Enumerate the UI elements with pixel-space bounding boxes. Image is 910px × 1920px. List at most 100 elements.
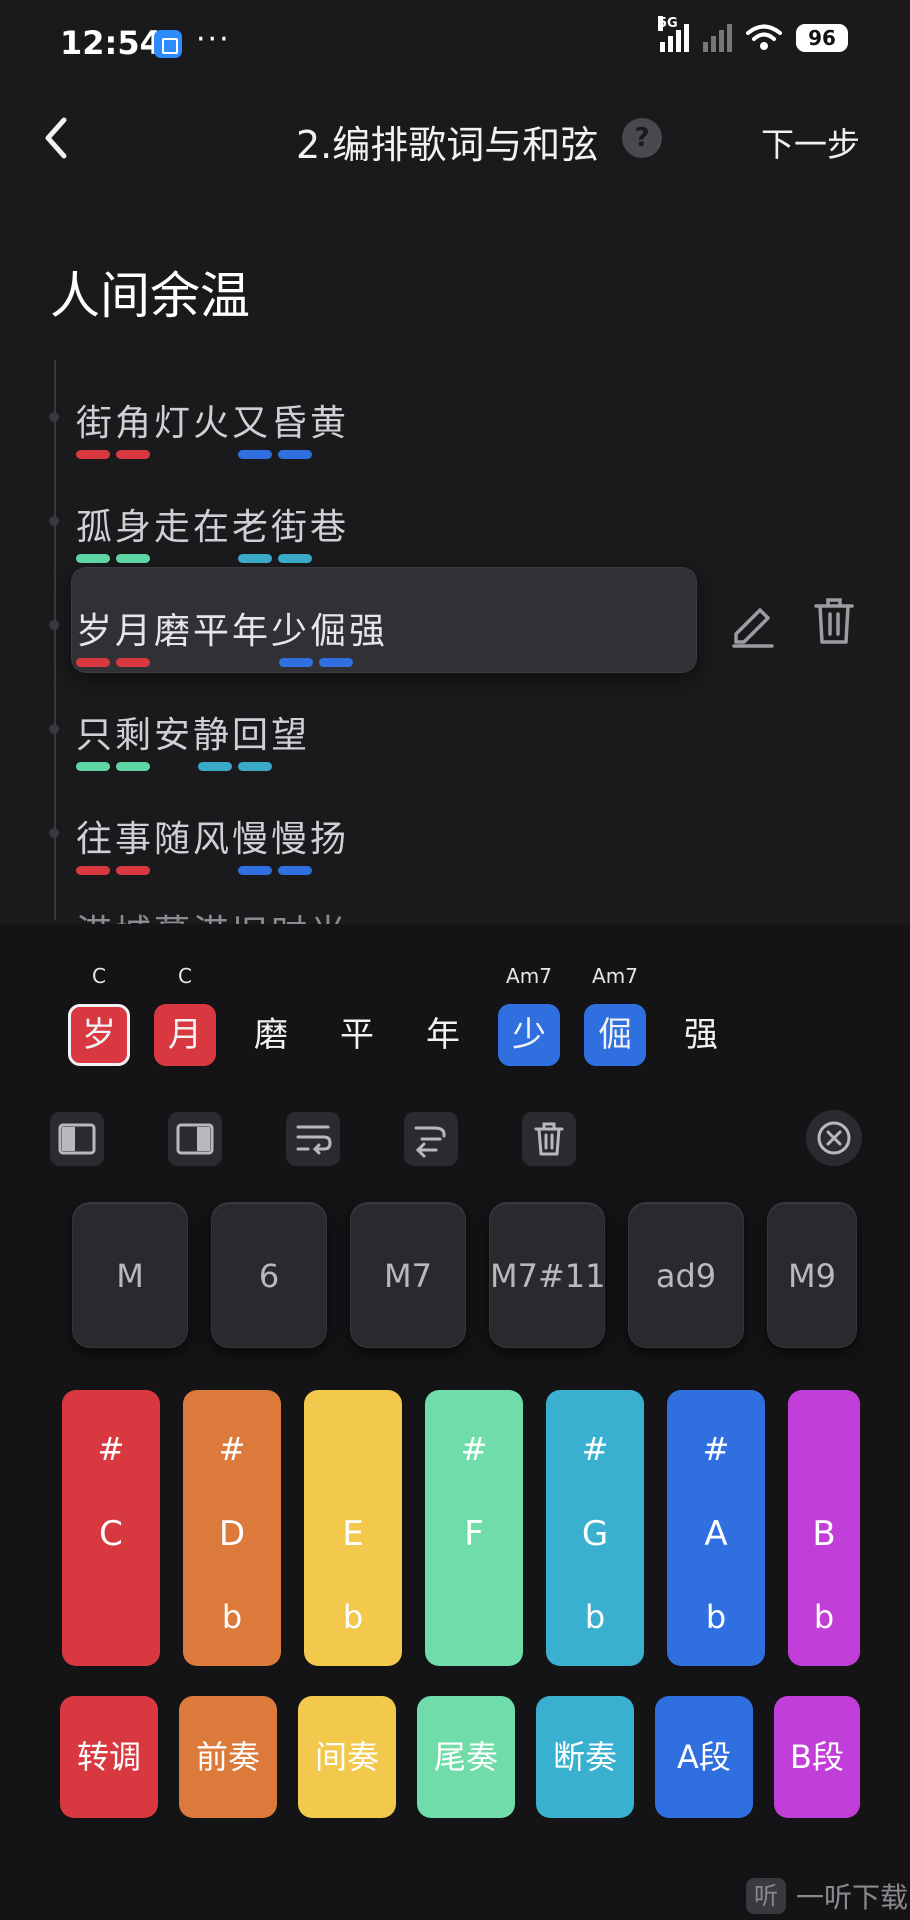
chord-mark: [76, 658, 150, 668]
panel-left-icon: [58, 1123, 96, 1155]
close-circle-icon: [817, 1121, 851, 1155]
lyric-line[interactable]: 只剩安静回望: [49, 680, 700, 772]
edit-line-button[interactable]: [728, 596, 776, 648]
chord-mark-bar: [76, 450, 110, 459]
chord-mark: [76, 554, 150, 564]
signal-5g-icon: 5G: [658, 16, 689, 52]
chord-quality-button[interactable]: M9: [767, 1202, 857, 1348]
note-flat-label: b: [342, 1598, 364, 1636]
chevron-left-icon: [45, 117, 67, 159]
help-icon[interactable]: ?: [622, 118, 662, 158]
root-note-key[interactable]: Bb: [788, 1390, 860, 1666]
section-button[interactable]: 前奏: [179, 1696, 277, 1818]
chord-quality-button[interactable]: M7#11: [489, 1202, 605, 1348]
chord-mark-bar: [237, 762, 272, 771]
note-flat-label: b: [813, 1598, 835, 1636]
chord-quality-button[interactable]: M7: [350, 1202, 466, 1348]
lyric-char-button[interactable]: 平: [326, 1004, 388, 1066]
split-right-button[interactable]: [168, 1112, 222, 1166]
chord-mark-bar: [197, 762, 232, 771]
lyric-line[interactable]: 岁月磨平年少倔强: [49, 576, 700, 668]
chord-quality-button[interactable]: M: [72, 1202, 188, 1348]
chord-mark-bar: [278, 866, 312, 875]
lyric-char-button[interactable]: 磨: [240, 1004, 302, 1066]
note-name-label: D: [218, 1514, 246, 1554]
chord-mark-bar: [278, 554, 312, 563]
note-flat-label: b: [221, 1598, 243, 1636]
chord-quality-button[interactable]: ad9: [628, 1202, 744, 1348]
note-sharp-label: #: [702, 1430, 730, 1468]
section-button[interactable]: 尾奏: [417, 1696, 515, 1818]
lyric-line[interactable]: 往事随风慢慢扬: [49, 784, 700, 875]
wifi-icon: [746, 24, 782, 52]
watermark: 听 一听下载: [746, 1876, 908, 1916]
chord-mark-bar: [76, 866, 110, 875]
song-title: 人间余温: [50, 267, 250, 325]
root-note-key[interactable]: # Db: [183, 1390, 281, 1666]
word-chord-label: Am7: [592, 964, 638, 988]
chord-mark-bar: [116, 658, 150, 667]
lyric-char-button[interactable]: 强: [670, 1004, 732, 1066]
next-step-button[interactable]: 下一步: [761, 118, 860, 166]
lyric-char-button[interactable]: 月: [154, 1004, 216, 1066]
watermark-text: 一听下载: [796, 1881, 909, 1914]
chord-quality-button[interactable]: 6: [211, 1202, 327, 1348]
signal-sim2-icon: [703, 24, 732, 52]
root-note-key[interactable]: # Gb: [546, 1390, 644, 1666]
section-button[interactable]: A段: [655, 1696, 753, 1818]
lyric-char-button[interactable]: 少: [498, 1004, 560, 1066]
merge-lines-icon: [414, 1126, 446, 1158]
word-chord-label: Am7: [506, 964, 552, 988]
clear-chord-button[interactable]: [522, 1112, 576, 1166]
chord-mark-bar: [278, 658, 313, 667]
chord-mark-bar: [238, 866, 272, 875]
lyric-line[interactable]: 街角灯火又昏黄: [49, 368, 700, 459]
note-name-label: F: [464, 1514, 484, 1554]
battery-level: 96: [796, 24, 848, 52]
page-title: 2.编排歌词与和弦: [296, 123, 599, 167]
lyric-char-button[interactable]: 年: [412, 1004, 474, 1066]
section-button[interactable]: B段: [774, 1696, 860, 1818]
root-note-key[interactable]: # C: [62, 1390, 160, 1666]
chord-mark-bar: [116, 762, 150, 771]
merge-line-button[interactable]: [404, 1112, 458, 1166]
root-note-key[interactable]: # Ab: [667, 1390, 765, 1666]
chord-mark: [76, 762, 150, 772]
chord-mark-bar: [116, 554, 150, 563]
note-sharp-label: #: [97, 1430, 125, 1468]
lyric-char-button[interactable]: 岁: [68, 1004, 130, 1066]
section-button[interactable]: 间奏: [298, 1696, 396, 1818]
delete-line-button[interactable]: [810, 594, 858, 648]
chord-mark-bar: [76, 762, 110, 771]
word-chord-label: C: [178, 964, 192, 988]
split-left-button[interactable]: [50, 1112, 104, 1166]
close-editor-button[interactable]: [806, 1110, 862, 1166]
root-note-key[interactable]: # F: [425, 1390, 523, 1666]
root-note-key[interactable]: Eb: [304, 1390, 402, 1666]
chord-mark-bar: [238, 554, 272, 563]
lyric-text: 孤身走在老街巷: [76, 507, 350, 548]
chord-mark-bar: [76, 554, 110, 563]
timeline-dot: [49, 412, 59, 422]
timeline-dot: [49, 516, 59, 526]
timeline-dot: [49, 620, 59, 630]
note-name-label: A: [704, 1514, 728, 1554]
lyric-char-button[interactable]: 倔: [584, 1004, 646, 1066]
trash-icon: [534, 1122, 564, 1156]
status-indicators: 5G 96: [658, 16, 848, 52]
back-button[interactable]: [32, 112, 84, 164]
chord-mark-bar: [116, 450, 150, 459]
app-notification-icon: [154, 30, 182, 58]
watermark-logo: 听: [746, 1878, 786, 1914]
chord-mark-bar: [76, 658, 110, 667]
lyric-line-partial[interactable]: 港城暮港旧时光: [76, 904, 349, 926]
panel-right-icon: [176, 1123, 214, 1155]
wrap-line-button[interactable]: [286, 1112, 340, 1166]
note-sharp-label: #: [581, 1430, 609, 1468]
lyric-line[interactable]: 孤身走在老街巷: [49, 472, 700, 564]
note-name-label: E: [342, 1514, 364, 1554]
section-button[interactable]: 转调: [60, 1696, 158, 1818]
section-button[interactable]: 断奏: [536, 1696, 634, 1818]
note-name-label: G: [581, 1514, 609, 1554]
text-wrap-icon: [296, 1125, 332, 1155]
